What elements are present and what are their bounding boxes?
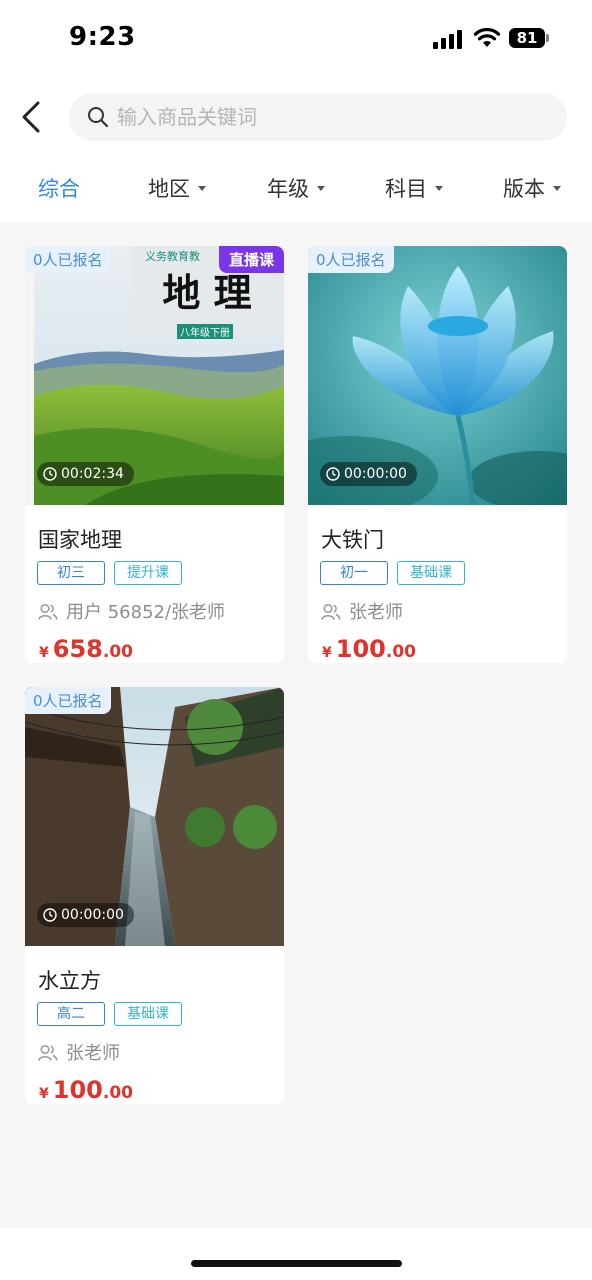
price-decimal: .00 [102, 642, 133, 662]
filter-label: 科目 [385, 177, 427, 201]
grade-tag: 初一 [320, 561, 388, 585]
battery-level: 81 [509, 28, 545, 48]
caret-down-icon [435, 186, 443, 191]
filter-tab-grade[interactable]: 年级 [267, 173, 325, 203]
price-currency: ¥ [322, 645, 332, 661]
status-time: 9:23 [69, 22, 136, 52]
cover-top-text: 义务教育教 [145, 250, 200, 263]
signal-icon [433, 29, 463, 49]
caret-down-icon [553, 186, 561, 191]
filter-tab-subject[interactable]: 科目 [385, 173, 443, 203]
price-integer: 100 [52, 1076, 103, 1104]
price-integer: 658 [52, 635, 103, 663]
filter-label: 地区 [148, 177, 190, 201]
course-title: 水立方 [38, 969, 101, 993]
search-icon [88, 107, 109, 128]
teacher-info: 用户 56852/张老师 [38, 598, 225, 624]
filter-label: 综合 [38, 177, 80, 201]
filter-label: 年级 [267, 177, 309, 201]
course-card[interactable]: 地 理 义务教育教 八年级下册 0人已报名 直播课 00:02:34 国家地理 … [25, 246, 284, 663]
course-cover-alley: 0人已报名 00:00:00 [25, 687, 284, 946]
price-integer: 100 [335, 635, 386, 663]
course-price: ¥100.00 [39, 1076, 133, 1104]
search-bar[interactable] [69, 93, 567, 141]
teacher-name: 张老师 [349, 602, 403, 623]
users-icon [321, 603, 341, 620]
clock-icon [326, 467, 340, 481]
caret-down-icon [198, 186, 206, 191]
wifi-icon [473, 27, 501, 47]
cover-title-text: 地 理 [162, 270, 251, 315]
course-cover-lotus: 0人已报名 00:00:00 [308, 246, 567, 505]
filter-label: 版本 [503, 177, 545, 201]
home-indicator[interactable] [191, 1260, 402, 1267]
course-title: 大铁门 [321, 528, 384, 552]
enrolled-count-badge: 0人已报名 [25, 246, 111, 273]
teacher-name: 张老师 [66, 1043, 120, 1064]
battery-icon [546, 34, 549, 42]
grade-tag: 高二 [37, 1002, 105, 1026]
course-price: ¥100.00 [322, 635, 416, 663]
enrolled-count-badge: 0人已报名 [308, 246, 394, 273]
users-icon [38, 1044, 58, 1061]
cover-sub-text: 八年级下册 [177, 324, 233, 339]
course-cover-geography: 地 理 义务教育教 八年级下册 0人已报名 直播课 00:02:34 [25, 246, 284, 505]
duration-text: 00:00:00 [61, 907, 124, 923]
course-type-tag: 基础课 [397, 561, 465, 585]
bottom-bar [0, 1228, 592, 1280]
status-bar: 9:23 81 [0, 0, 592, 80]
course-card[interactable]: 0人已报名 00:00:00 水立方 高二 基础课 张老师 ¥100.00 [25, 687, 284, 1104]
filter-tab-edition[interactable]: 版本 [503, 173, 561, 203]
teacher-info: 张老师 [321, 598, 403, 624]
price-currency: ¥ [39, 645, 49, 661]
course-type-tag: 基础课 [114, 1002, 182, 1026]
clock-icon [43, 467, 57, 481]
filter-tab-region[interactable]: 地区 [148, 173, 206, 203]
teacher-name: 用户 56852/张老师 [66, 602, 226, 623]
clock-icon [43, 908, 57, 922]
caret-down-icon [317, 186, 325, 191]
price-currency: ¥ [39, 1086, 49, 1102]
price-decimal: .00 [102, 1083, 133, 1103]
duration-text: 00:00:00 [344, 466, 407, 482]
duration-badge: 00:00:00 [37, 903, 134, 927]
duration-badge: 00:02:34 [37, 462, 134, 486]
course-title: 国家地理 [38, 528, 122, 552]
price-decimal: .00 [385, 642, 416, 662]
back-arrow-icon[interactable] [18, 100, 48, 134]
filter-tab-comprehensive[interactable]: 综合 [38, 173, 80, 203]
course-type-tag: 提升课 [114, 561, 182, 585]
duration-badge: 00:00:00 [320, 462, 417, 486]
course-price: ¥658.00 [39, 635, 133, 663]
duration-text: 00:02:34 [61, 466, 124, 482]
users-icon [38, 603, 58, 620]
teacher-info: 张老师 [38, 1039, 120, 1065]
live-course-badge: 直播课 [218, 246, 284, 273]
grade-tag: 初三 [37, 561, 105, 585]
search-input[interactable] [117, 93, 537, 141]
enrolled-count-badge: 0人已报名 [25, 687, 111, 714]
course-card[interactable]: 0人已报名 00:00:00 大铁门 初一 基础课 张老师 ¥100.00 [308, 246, 567, 663]
